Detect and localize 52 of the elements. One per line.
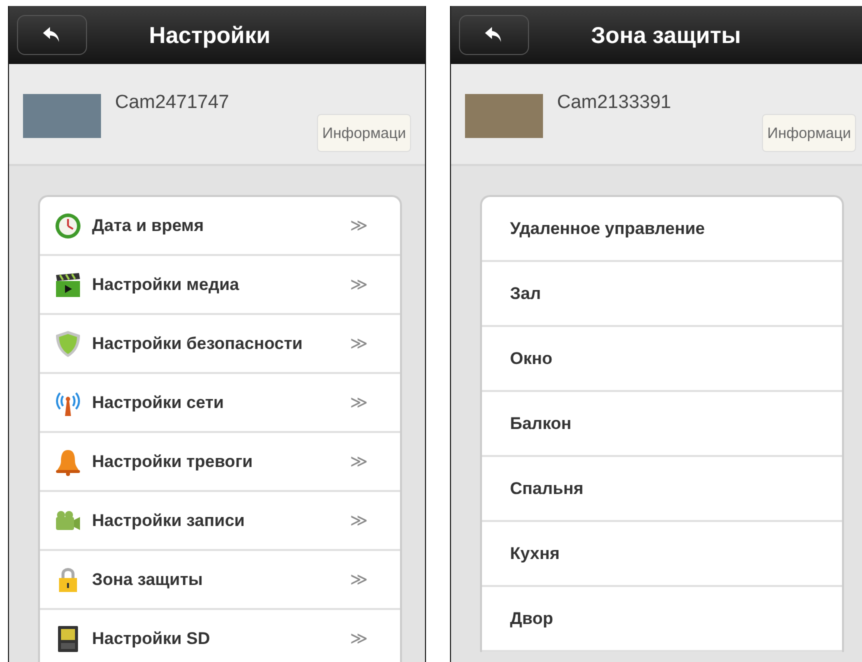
menu-item[interactable]: Спальня	[482, 457, 842, 522]
clapperboard-icon	[54, 270, 82, 298]
back-arrow-icon	[43, 27, 61, 43]
menu-item[interactable]: Кухня	[482, 522, 842, 587]
menu-item-label: Настройки SD	[92, 628, 210, 648]
menu-item-label: Настройки тревоги	[92, 452, 253, 472]
camera-name: Cam2133391	[557, 92, 672, 114]
menu-item-label: Удаленное управление	[510, 218, 705, 238]
menu-item-label: Балкон	[510, 414, 572, 434]
chevron-icon: ≫	[350, 274, 368, 295]
menu-item[interactable]: Настройки тревоги ≫	[40, 433, 400, 492]
menu-item[interactable]: Удаленное управление	[482, 197, 842, 262]
menu-item[interactable]: Настройки сети ≫	[40, 374, 400, 433]
chevron-icon: ≫	[350, 215, 368, 236]
menu-item-label: Настройки безопасности	[92, 334, 303, 354]
bell-icon	[54, 448, 82, 476]
menu-item-label: Зал	[510, 284, 541, 304]
menu-item-label: Двор	[510, 608, 554, 628]
menu-item-label: Настройки сети	[92, 392, 224, 412]
clock-icon	[54, 212, 82, 240]
menu-item[interactable]: Зал	[482, 262, 842, 327]
menu-item[interactable]: Настройки медиа ≫	[40, 256, 400, 315]
chevron-icon: ≫	[350, 451, 368, 472]
menu-item[interactable]: Двор	[482, 587, 842, 652]
menu-item[interactable]: Балкон	[482, 392, 842, 457]
camera-name: Cam2471747	[115, 92, 230, 114]
menu-item-label: Настройки медиа	[92, 274, 240, 294]
back-arrow-icon	[485, 27, 503, 43]
menu-item[interactable]: Зона защиты ≫	[40, 551, 400, 610]
menu-item-label: Спальня	[510, 478, 584, 498]
menu-item[interactable]: Настройки SD ≫	[40, 610, 400, 662]
back-button[interactable]	[459, 15, 529, 55]
menu-item-label: Дата и время	[92, 216, 204, 236]
menu-item-label: Кухня	[510, 544, 560, 564]
info-button[interactable]: Информаци	[762, 114, 856, 152]
screen-title: Зона защиты	[591, 22, 741, 48]
menu-item-label: Окно	[510, 348, 552, 368]
back-button[interactable]	[17, 15, 87, 55]
chevron-icon: ≫	[350, 569, 368, 590]
info-button[interactable]: Информаци	[317, 114, 411, 152]
chevron-icon: ≫	[350, 392, 368, 413]
shield-icon	[54, 330, 82, 358]
menu-item-label: Настройки записи	[92, 510, 245, 530]
menu-item[interactable]: Дата и время ≫	[40, 197, 400, 256]
menu-item[interactable]: Настройки безопасности ≫	[40, 315, 400, 374]
menu-item[interactable]: Окно	[482, 327, 842, 392]
menu-item[interactable]: Настройки записи ≫	[40, 492, 400, 551]
chevron-icon: ≫	[350, 333, 368, 354]
chevron-icon: ≫	[350, 628, 368, 649]
chevron-icon: ≫	[350, 510, 368, 531]
menu-item-label: Зона защиты	[92, 570, 203, 590]
screen-title: Настройки	[149, 22, 270, 48]
